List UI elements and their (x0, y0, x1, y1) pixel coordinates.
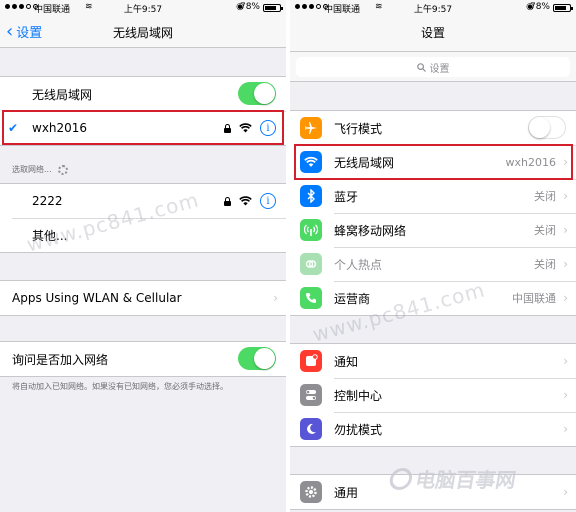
wifi-signal-icon (239, 196, 252, 206)
bluetooth-value: 关闭 (534, 190, 556, 203)
logo-circle-icon (388, 467, 414, 490)
network-row-other[interactable]: 其他... (0, 218, 286, 252)
battery-percent: 78% (529, 2, 550, 12)
apps-group: Apps Using WLAN & Cellular › (0, 280, 286, 316)
phone-icon (300, 287, 322, 309)
bluetooth-label: 蓝牙 (334, 189, 359, 204)
wlan-settings-screen: 中国联通 ≋ 上午9:57 ◉ 78% ‹ 设置 无线局域网 无线局域网 ✔ w… (0, 0, 286, 512)
notifications-label: 通知 (334, 354, 359, 369)
ask-join-label: 询问是否加入网络 (12, 352, 109, 367)
airplane-mode-row: 飞行模式 (290, 111, 576, 145)
status-bar: 中国联通 ≋ 上午9:57 ◉ 78% (0, 0, 286, 16)
choose-network-header: 选取网络... (12, 164, 68, 175)
highlight-box (294, 144, 573, 180)
airplane-mode-switch[interactable] (528, 116, 566, 139)
notifications-icon (300, 350, 322, 372)
airplane-mode-label: 飞行模式 (334, 121, 383, 136)
networks-group: 2222 i 其他... (0, 183, 286, 253)
moon-icon (300, 418, 322, 440)
site-logo: 电脑百事网 (387, 464, 518, 493)
ask-join-row: 询问是否加入网络 (0, 342, 286, 376)
highlight-box (2, 110, 284, 145)
do-not-disturb-label: 勿扰模式 (334, 422, 383, 437)
chevron-right-icon: › (563, 223, 568, 237)
choose-network-label: 选取网络... (12, 165, 52, 174)
connectivity-group: 飞行模式 无线局域网 wxh2016 › 蓝牙 关闭 › 蜂窝移动网络 关闭 › (290, 110, 576, 316)
cellular-icon (300, 219, 322, 241)
nav-bar: 设置 (290, 16, 576, 52)
airplane-icon (300, 117, 322, 139)
search-input[interactable]: 设置 (296, 57, 570, 77)
chevron-right-icon: › (563, 485, 568, 499)
control-center-row[interactable]: 控制中心 › (290, 378, 576, 412)
control-center-label: 控制中心 (334, 388, 383, 403)
ask-join-switch[interactable] (238, 347, 276, 370)
battery-icon (263, 4, 283, 12)
general-label: 通用 (334, 485, 359, 500)
page-title: 设置 (420, 26, 445, 40)
status-bar: 中国联通 ≋ 上午9:57 ◉ 78% (290, 0, 576, 16)
nav-bar: ‹ 设置 无线局域网 (0, 16, 286, 48)
ask-join-footnote: 将自动加入已知网络。如果没有已知网络，您必须手动选择。 (12, 382, 228, 391)
hotspot-label: 个人热点 (334, 257, 383, 272)
other-network-label: 其他... (32, 228, 68, 243)
apps-using-wlan-label: Apps Using WLAN & Cellular (12, 291, 182, 305)
hotspot-row[interactable]: 个人热点 关闭 › (290, 247, 576, 281)
control-center-icon (300, 384, 322, 406)
chevron-right-icon: › (273, 291, 278, 305)
battery-percent: 78% (239, 2, 260, 12)
bluetooth-row[interactable]: 蓝牙 关闭 › (290, 179, 576, 213)
network-row[interactable]: 2222 i (0, 184, 286, 218)
info-button[interactable]: i (260, 193, 276, 209)
page-title: 无线局域网 (112, 26, 173, 40)
network-name: 2222 (32, 194, 63, 208)
bluetooth-icon (300, 185, 322, 207)
carrier-row[interactable]: 运营商 中国联通 › (290, 281, 576, 315)
chevron-right-icon: › (563, 388, 568, 402)
lock-icon (224, 197, 231, 206)
battery-icon (553, 4, 573, 12)
wlan-label: 无线局域网 (32, 87, 93, 102)
notifications-group: 通知 › 控制中心 › 勿扰模式 › (290, 343, 576, 447)
cellular-value: 关闭 (534, 224, 556, 237)
network-status-icons: i (224, 193, 276, 209)
chevron-right-icon: › (563, 354, 568, 368)
cellular-row[interactable]: 蜂窝移动网络 关闭 › (290, 213, 576, 247)
chevron-right-icon: › (563, 189, 568, 203)
chevron-right-icon: › (563, 422, 568, 436)
chevron-right-icon: › (563, 257, 568, 271)
search-icon (416, 62, 426, 72)
settings-screen: 中国联通 ≋ 上午9:57 ◉ 78% 设置 设置 飞行模式 无线局域网 wxh… (290, 0, 576, 512)
search-placeholder: 设置 (429, 63, 450, 75)
cellular-label: 蜂窝移动网络 (334, 223, 407, 238)
apps-using-wlan-row[interactable]: Apps Using WLAN & Cellular › (0, 281, 286, 315)
notifications-row[interactable]: 通知 › (290, 344, 576, 378)
hotspot-icon (300, 253, 322, 275)
chevron-right-icon: › (563, 291, 568, 305)
carrier-value: 中国联通 (512, 292, 556, 305)
hotspot-value: 关闭 (534, 258, 556, 271)
logo-text: 电脑百事网 (413, 468, 518, 492)
ask-join-group: 询问是否加入网络 (0, 341, 286, 377)
loading-spinner-icon (57, 164, 68, 175)
wlan-switch[interactable] (238, 82, 276, 105)
wlan-toggle-row: 无线局域网 (0, 77, 286, 111)
gear-icon (300, 481, 322, 503)
carrier-label: 运营商 (334, 291, 371, 306)
do-not-disturb-row[interactable]: 勿扰模式 › (290, 412, 576, 446)
